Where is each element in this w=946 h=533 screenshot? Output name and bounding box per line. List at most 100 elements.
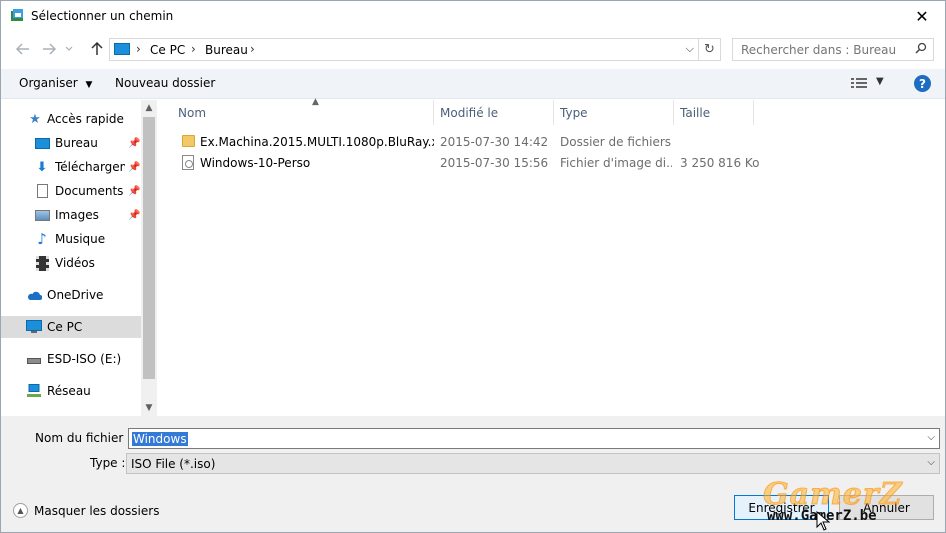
sidebar-item-label: ESD-ISO (E:) (47, 352, 122, 366)
sort-ascending-icon: ▲ (312, 97, 319, 107)
file-row-ex-machina[interactable]: Ex.Machina.2015.MULTI.1080p.BluRay.x26..… (175, 132, 755, 153)
new-folder-button[interactable]: Nouveau dossier (115, 76, 215, 90)
sidebar-item-label: Images (55, 208, 99, 222)
pin-icon: 📌 (128, 161, 141, 173)
sidebar-item-onedrive[interactable]: OneDrive (1, 284, 141, 306)
breadcrumb-separator: › (136, 42, 141, 56)
search-box[interactable] (732, 38, 934, 61)
search-icon (915, 42, 927, 54)
sidebar-item-esd-iso[interactable]: ESD-ISO (E:) (1, 348, 141, 370)
file-modified: 2015-07-30 15:56 (440, 156, 549, 170)
column-header-name[interactable]: ▲ Nom (172, 97, 434, 125)
sidebar-item-label: Téléchargements (55, 160, 125, 174)
column-header-label: Modifié le (440, 105, 499, 120)
sidebar-item-label: Réseau (47, 384, 91, 398)
navigation-pane: ★ Accès rapide Bureau 📌 ⬇ Téléchargement… (1, 100, 157, 416)
sidebar-item-videos[interactable]: Vidéos (1, 252, 141, 274)
arrow-right-icon (43, 43, 56, 55)
file-row-windows-10-perso[interactable]: Windows-10-Perso 2015-07-30 15:56 Fichie… (175, 153, 760, 174)
sidebar-item-images[interactable]: Images 📌 (1, 204, 141, 226)
sidebar-item-bureau[interactable]: Bureau 📌 (1, 132, 141, 154)
arrow-left-icon (16, 43, 29, 55)
chevron-up-icon: ▲ (13, 503, 28, 518)
drive-icon (26, 351, 42, 367)
folder-icon (182, 135, 195, 147)
refresh-icon: ↻ (704, 42, 715, 57)
breadcrumb-separator: › (250, 42, 255, 56)
network-icon (26, 383, 42, 399)
file-type-value: ISO File (*.iso) (131, 457, 216, 471)
music-icon: ♪ (37, 230, 47, 248)
image-icon (34, 207, 50, 223)
video-icon (34, 255, 50, 271)
file-type-select[interactable]: ISO File (*.iso) ⌵ (126, 453, 940, 474)
pin-icon: 📌 (128, 137, 141, 149)
chevron-down-icon: ▼ (85, 80, 93, 90)
recent-locations-button[interactable] (63, 39, 75, 59)
sidebar-item-quick-access[interactable]: ★ Accès rapide (1, 108, 141, 130)
search-input[interactable] (733, 39, 911, 60)
title-bar: Sélectionner un chemin ✕ (1, 1, 945, 32)
view-details-icon[interactable] (851, 77, 867, 89)
document-icon (34, 183, 50, 199)
up-button[interactable] (87, 39, 107, 59)
sidebar-item-documents[interactable]: Documents 📌 (1, 180, 141, 202)
column-header-label: Nom (178, 105, 207, 120)
file-list: ▲ Nom Modifié le Type Taille Ex.Machina.… (158, 97, 945, 416)
pin-icon: 📌 (128, 185, 141, 197)
save-panel: Nom du fichier : Windows ⌵ Type : ISO Fi… (1, 416, 945, 532)
cancel-button[interactable]: Annuler (839, 495, 934, 520)
organize-label: Organiser (19, 76, 78, 90)
command-toolbar: Organiser ▼ Nouveau dossier ▼ ? (1, 69, 945, 99)
scroll-down-icon[interactable]: ▼ (141, 400, 157, 416)
column-header-modified[interactable]: Modifié le (434, 100, 554, 125)
sidebar-item-ce-pc[interactable]: Ce PC (1, 316, 141, 338)
sidebar-item-label: Accès rapide (47, 112, 124, 126)
organize-button[interactable]: Organiser ▼ (19, 76, 92, 90)
desktop-icon (34, 135, 50, 151)
sidebar-item-label: Vidéos (55, 256, 95, 270)
breadcrumb-bureau[interactable]: Bureau (205, 43, 248, 57)
filename-field[interactable]: Windows ⌵ (128, 428, 940, 449)
cloud-icon (26, 287, 42, 303)
navigation-bar: › Ce PC › Bureau › ⌵ ↻ (1, 35, 945, 65)
sidebar-item-reseau[interactable]: Réseau (1, 380, 141, 402)
window-title: Sélectionner un chemin (31, 9, 174, 23)
back-button[interactable] (13, 39, 33, 59)
address-dropdown-icon[interactable]: ⌵ (686, 42, 694, 56)
close-button[interactable]: ✕ (899, 1, 945, 31)
sidebar-item-musique[interactable]: ♪ Musique (1, 228, 141, 250)
download-icon: ⬇ (36, 159, 48, 175)
close-icon: ✕ (915, 6, 929, 26)
chevron-down-icon[interactable]: ⌵ (927, 432, 935, 443)
column-header-type[interactable]: Type (554, 100, 674, 125)
chevron-down-icon: ⌵ (927, 457, 935, 468)
save-button[interactable]: Enregistrer (734, 495, 829, 520)
breadcrumb-ce-pc[interactable]: Ce PC (150, 43, 185, 57)
help-icon: ? (919, 76, 926, 91)
view-dropdown-icon[interactable]: ▼ (876, 76, 884, 87)
sidebar-item-label: Documents (55, 184, 124, 198)
sidebar-scrollbar[interactable]: ▲ ▼ (141, 100, 157, 416)
forward-button[interactable] (39, 39, 59, 59)
computer-icon (26, 319, 42, 335)
disc-image-icon (182, 155, 194, 170)
file-type: Fichier d'image di... (560, 156, 672, 170)
file-modified: 2015-07-30 14:42 (440, 135, 549, 149)
file-size: 3 250 816 Ko (680, 156, 760, 170)
column-header-label: Taille (680, 105, 711, 120)
help-button[interactable]: ? (914, 75, 931, 92)
address-bar[interactable]: › Ce PC › Bureau › ⌵ ↻ (109, 38, 721, 61)
column-header-size[interactable]: Taille (674, 100, 754, 125)
star-icon: ★ (29, 111, 41, 127)
hide-folders-label: Masquer les dossiers (34, 504, 160, 518)
app-icon (11, 9, 23, 21)
refresh-button[interactable]: ↻ (698, 39, 720, 60)
sidebar-item-telechargements[interactable]: ⬇ Téléchargements 📌 (1, 156, 141, 178)
file-type: Dossier de fichiers (560, 135, 672, 149)
file-dialog-window: Sélectionner un chemin ✕ › Ce PC › Burea… (0, 0, 946, 533)
scrollbar-thumb[interactable] (143, 117, 155, 379)
scroll-up-icon[interactable]: ▲ (141, 100, 157, 116)
pin-icon: 📌 (128, 209, 141, 221)
filename-input-value[interactable]: Windows (132, 432, 188, 446)
